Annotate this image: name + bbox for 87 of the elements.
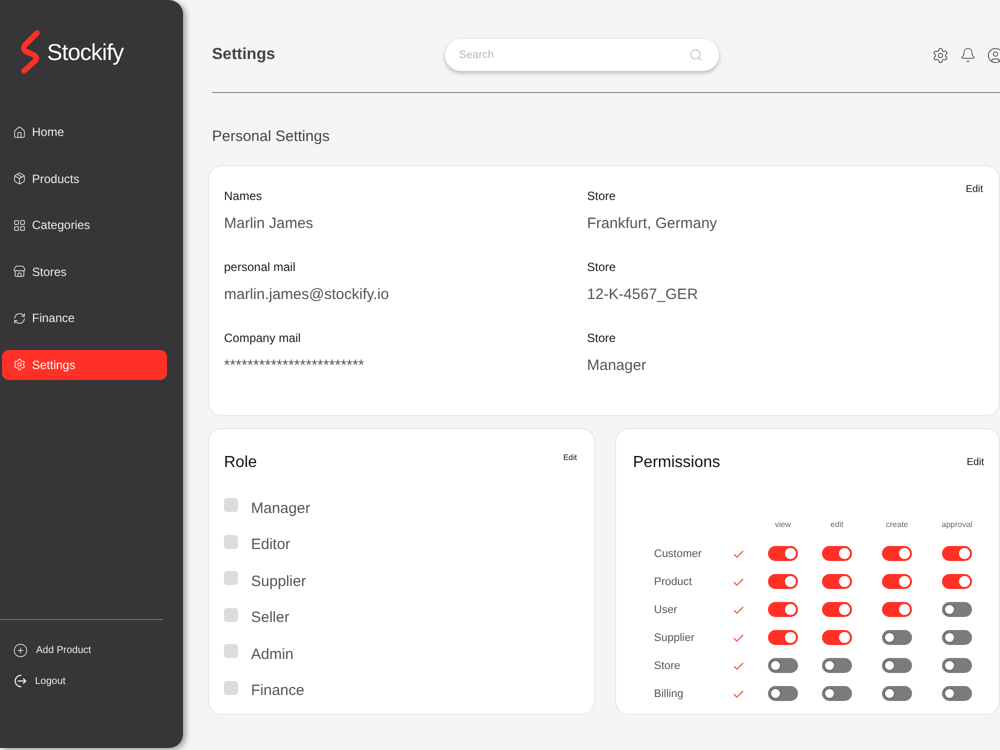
toggle-switch[interactable] xyxy=(942,574,972,588)
checkbox[interactable] xyxy=(224,644,238,658)
row-label: Customer xyxy=(654,548,702,560)
field-value: Marlin James xyxy=(224,214,314,234)
column-header: view xyxy=(774,519,791,531)
toggle-switch[interactable] xyxy=(768,546,798,560)
field-value: Manager xyxy=(587,356,646,376)
toggle-switch[interactable] xyxy=(882,630,912,644)
field-value: marlin.james@stockify.io xyxy=(224,285,389,305)
field-label: Names xyxy=(224,188,262,204)
search-icon xyxy=(689,48,703,62)
toggle-switch[interactable] xyxy=(882,574,912,588)
row-label: Billing xyxy=(654,688,684,700)
user-icon[interactable] xyxy=(987,46,1000,64)
edit-button[interactable]: Edit xyxy=(966,182,983,197)
field-label: Store xyxy=(587,188,616,204)
field-label: Store xyxy=(587,330,616,346)
role-label: Manager xyxy=(251,498,310,519)
toggle-switch[interactable] xyxy=(822,658,852,672)
nav-item[interactable]: Categories xyxy=(13,210,90,240)
checkbox[interactable] xyxy=(224,571,238,585)
search-field[interactable]: Search xyxy=(445,39,719,71)
toggle-switch[interactable] xyxy=(882,686,912,700)
nav-item[interactable]: Home xyxy=(13,117,64,147)
bell-icon[interactable] xyxy=(960,47,976,63)
toggle-switch[interactable] xyxy=(768,658,798,672)
row-label: Product xyxy=(654,576,692,588)
nav-item[interactable]: Products xyxy=(13,164,80,194)
sidebar-action[interactable]: Add Product xyxy=(13,640,92,660)
column-header: approval xyxy=(942,519,972,531)
role-label: Finance xyxy=(251,681,304,702)
box-icon xyxy=(13,172,26,185)
toggle-switch[interactable] xyxy=(822,602,852,616)
grid-icon xyxy=(13,218,26,232)
card-title: Role xyxy=(224,453,257,473)
toggle-switch[interactable] xyxy=(942,630,972,644)
edit-button[interactable]: Edit xyxy=(966,455,984,470)
row-label: User xyxy=(654,604,678,616)
nav-item[interactable]: Finance xyxy=(13,303,75,333)
logout-icon xyxy=(13,674,27,688)
field-value: Frankfurt, Germany xyxy=(587,214,718,234)
role-label: Supplier xyxy=(251,572,306,592)
checkbox[interactable] xyxy=(224,608,238,622)
role-label: Editor xyxy=(251,535,290,556)
toggle-switch[interactable] xyxy=(822,686,852,700)
row-label: Store xyxy=(654,660,680,672)
role-label: Admin xyxy=(251,644,294,665)
card-title: Permissions xyxy=(633,453,720,473)
column-header: create xyxy=(886,519,908,531)
field-label: personal mail xyxy=(224,259,296,275)
field-label: Store xyxy=(587,259,616,275)
toggle-switch[interactable] xyxy=(822,546,852,560)
toggle-switch[interactable] xyxy=(768,686,798,700)
field-value: ************************ xyxy=(224,356,364,376)
nav-item[interactable]: Settings xyxy=(2,350,167,380)
storefront-icon xyxy=(13,265,26,278)
section-title: Personal Settings xyxy=(212,127,330,147)
toggle-switch[interactable] xyxy=(822,630,852,644)
page-title: Settings xyxy=(212,45,276,65)
circular-arrows-icon xyxy=(13,312,26,324)
brand-name: Stockify xyxy=(47,38,124,67)
plus-circle-icon xyxy=(13,642,28,658)
field-label: Company mail xyxy=(224,330,301,346)
checkbox[interactable] xyxy=(224,534,238,548)
toggle-switch[interactable] xyxy=(882,602,912,616)
toggle-switch[interactable] xyxy=(768,602,798,616)
house-icon xyxy=(13,126,26,138)
toggle-switch[interactable] xyxy=(882,658,912,672)
settings-icon xyxy=(13,358,26,371)
role-label: Seller xyxy=(251,608,290,628)
sidebar-action[interactable]: Logout xyxy=(13,671,66,691)
toggle-switch[interactable] xyxy=(882,546,912,560)
edit-button[interactable]: Edit xyxy=(563,452,577,464)
row-label: Supplier xyxy=(654,632,694,644)
nav-item[interactable]: Stores xyxy=(13,256,67,286)
checkbox[interactable] xyxy=(224,498,238,512)
toggle-switch[interactable] xyxy=(942,546,972,560)
settings-icon[interactable] xyxy=(932,46,949,64)
toggle-switch[interactable] xyxy=(942,602,972,616)
toggle-switch[interactable] xyxy=(942,658,972,672)
toggle-switch[interactable] xyxy=(768,574,798,588)
toggle-switch[interactable] xyxy=(822,574,852,588)
column-header: edit xyxy=(830,519,844,531)
toggle-switch[interactable] xyxy=(768,630,798,644)
toggle-switch[interactable] xyxy=(942,686,972,700)
field-value: 12-K-4567_GER xyxy=(587,285,698,305)
checkbox[interactable] xyxy=(224,680,238,694)
